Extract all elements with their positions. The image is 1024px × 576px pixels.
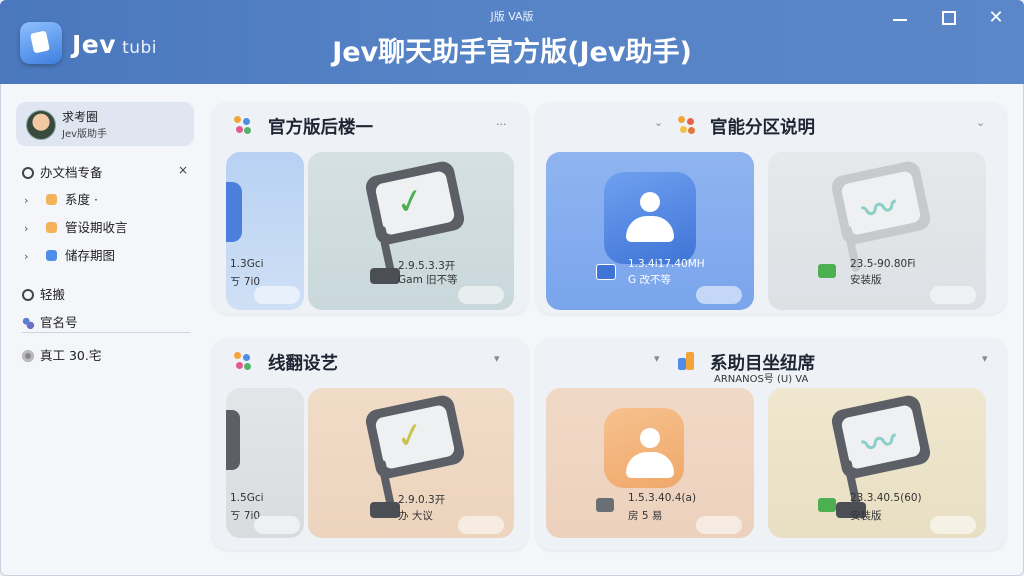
colorful-dots-icon: [234, 116, 252, 134]
card-line1: 23.3.40.5(60): [850, 492, 922, 504]
sidebar-item-label: 储存期图: [65, 248, 116, 263]
app-icon: [226, 182, 242, 242]
app-card[interactable]: ✓ 2.9.5.3.3开 Gam 旧不等: [308, 152, 514, 310]
sidebar-item[interactable]: › 管设期收言: [24, 217, 128, 236]
app-card[interactable]: 1.5.3.40.4(a) 房 5 易: [546, 388, 754, 538]
card-line2: 安装版: [850, 274, 882, 286]
monitor-icon: 〰: [828, 393, 938, 522]
chevron-right-icon: ›: [24, 194, 29, 207]
user-card[interactable]: 求考圈 Jev版助手: [16, 102, 194, 146]
app-card[interactable]: 1.3.4i17.40MH G 改不等: [546, 152, 754, 310]
section-close-icon[interactable]: ×: [178, 163, 188, 177]
dropdown-caret-icon[interactable]: ▾: [654, 352, 660, 365]
panel: 官方版后楼一 ··· 1.3Gci ㄎ 7i0 ✓ 2.9.5.3.3开 Gam…: [212, 102, 528, 314]
close-button[interactable]: ✕: [984, 8, 1008, 28]
user-app-icon: [604, 172, 696, 264]
card-line1: 2.9.5.3.3开: [398, 260, 456, 272]
image-icon: [596, 264, 616, 280]
maximize-button[interactable]: [936, 8, 960, 28]
colorful-dots-icon: [234, 352, 252, 370]
divider: [22, 332, 190, 333]
building-icon: [678, 352, 696, 370]
card-line2: 办 大议: [398, 510, 433, 522]
monitor-icon: 〰: [828, 159, 938, 288]
app-card[interactable]: 1.5Gci ㄎ 7i0: [226, 388, 304, 538]
app-window: Jev tubi J版 VA版 Jev聊天助手官方版(Jev助手) ✕ 求考圈 J…: [0, 0, 1024, 576]
dropdown-caret-icon[interactable]: ▾: [494, 352, 500, 365]
app-badge-icon: [818, 498, 836, 512]
folder-icon: [46, 250, 57, 261]
folder-icon: [46, 222, 57, 233]
user-subtitle: Jev版助手: [62, 129, 108, 140]
page-title: Jev聊天助手官方版(Jev助手): [332, 37, 692, 68]
card-line1: 2.9.0.3开: [398, 494, 446, 506]
panel: ⌄ 官能分区说明 ⌄ 1.3.4i17.40MH G 改不等 〰 23.5-90…: [536, 102, 1006, 314]
action-pill[interactable]: [696, 516, 742, 534]
title-bar: Jev tubi J版 VA版 Jev聊天助手官方版(Jev助手) ✕: [0, 0, 1024, 84]
minimize-button[interactable]: [888, 8, 912, 28]
action-pill[interactable]: [930, 286, 976, 304]
sidebar-item[interactable]: › 系度 ·: [24, 189, 98, 208]
chevron-right-icon: ›: [24, 222, 29, 235]
card-line1: 1.3.4i17.40MH: [628, 258, 705, 270]
app-card[interactable]: ✓ 2.9.0.3开 办 大议: [308, 388, 514, 538]
sidebar-link-label: 官名号: [40, 315, 78, 330]
app-card[interactable]: 〰 23.5-90.80Fi 安装版: [768, 152, 986, 310]
action-pill[interactable]: [930, 516, 976, 534]
card-line2: ㄎ 7i0: [230, 276, 261, 288]
folder-icon: [46, 194, 57, 205]
user-name: 求考圈: [62, 110, 99, 124]
disc-icon: [22, 350, 34, 362]
card-line2: 安装版: [850, 510, 882, 522]
user-app-icon: [604, 408, 684, 488]
sidebar-item[interactable]: › 储存期图: [24, 245, 115, 264]
panel: ▾ 系助目坐纽席 ARNANOS号 (U) VA ▾ 1.5.3.40.4(a)…: [536, 338, 1006, 550]
section-title: 办文档专备: [40, 165, 103, 180]
sidebar-item-label: 系度 ·: [65, 192, 98, 207]
sidebar-link-label: 轻搬: [40, 287, 66, 302]
people-icon: [22, 317, 34, 329]
card-line2: 房 5 易: [628, 510, 663, 522]
action-pill[interactable]: [458, 516, 504, 534]
action-pill[interactable]: [696, 286, 742, 304]
refresh-icon: [22, 289, 34, 301]
action-pill[interactable]: [254, 286, 300, 304]
app-card[interactable]: 1.3Gci ㄎ 7i0: [226, 152, 304, 310]
sidebar-link[interactable]: 轻搬: [22, 284, 65, 303]
card-line1: 23.5-90.80Fi: [850, 258, 916, 270]
panel-title: 官能分区说明: [710, 118, 815, 138]
sidebar-link[interactable]: 官名号: [22, 312, 78, 331]
panel-subtitle: ARNANOS号 (U) VA: [714, 374, 809, 385]
pinwheel-icon: [678, 116, 696, 134]
card-line2: Gam 旧不等: [398, 274, 458, 286]
panel-title: 线翻设艺: [268, 354, 338, 374]
more-icon[interactable]: ···: [496, 118, 507, 131]
sidebar: 求考圈 Jev版助手 办文档专备 × › 系度 · › 管设期收言 › 储存期图 轻搬…: [14, 96, 200, 566]
app-icon: [226, 410, 240, 470]
image-icon: [596, 498, 614, 512]
app-badge-icon: [818, 264, 836, 278]
action-pill[interactable]: [458, 286, 504, 304]
sidebar-footer[interactable]: 真工 30.宅: [22, 345, 101, 364]
avatar: [26, 110, 56, 140]
section-header[interactable]: 办文档专备: [22, 162, 103, 181]
card-line1: 1.3Gci: [230, 258, 264, 270]
card-line2: G 改不等: [628, 274, 671, 286]
chevron-right-icon: ›: [24, 250, 29, 263]
app-card[interactable]: 〰 23.3.40.5(60) 安装版: [768, 388, 986, 538]
dropdown-caret-icon[interactable]: ⌄: [976, 116, 985, 129]
sidebar-footer-label: 真工 30.宅: [40, 348, 102, 363]
card-line1: 1.5.3.40.4(a): [628, 492, 697, 504]
dropdown-caret-icon[interactable]: ⌄: [654, 116, 663, 129]
panel: 线翻设艺 ▾ 1.5Gci ㄎ 7i0 ✓ 2.9.0.3开 办 大议: [212, 338, 528, 550]
window-caption: J版 VA版: [490, 10, 534, 23]
card-line1: 1.5Gci: [230, 492, 264, 504]
action-pill[interactable]: [254, 516, 300, 534]
sidebar-item-label: 管设期收言: [65, 220, 128, 235]
gear-icon: [22, 167, 34, 179]
dropdown-caret-icon[interactable]: ▾: [982, 352, 988, 365]
panel-title: 官方版后楼一: [268, 118, 373, 138]
